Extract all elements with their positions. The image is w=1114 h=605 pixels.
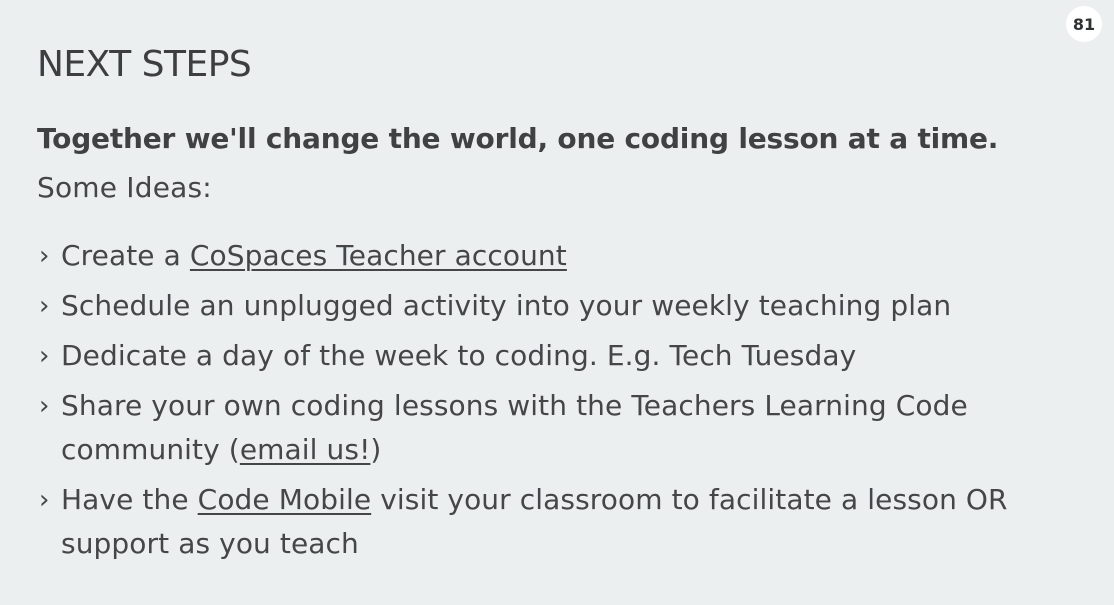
email-us-link[interactable]: email us!	[240, 433, 371, 466]
bullet-chevron-icon: ›	[39, 241, 50, 271]
ideas-list: › Create a CoSpaces Teacher account › Sc…	[37, 234, 1037, 572]
bullet-chevron-icon: ›	[39, 391, 50, 421]
idea-text-after: )	[370, 433, 382, 466]
cospaces-teacher-account-link[interactable]: CoSpaces Teacher account	[190, 239, 567, 272]
idea-schedule-unplugged: › Schedule an unplugged activity into yo…	[37, 284, 1037, 328]
page-number-badge: 81	[1066, 6, 1102, 42]
idea-code-mobile-visit: › Have the Code Mobile visit your classr…	[37, 478, 1037, 566]
idea-share-lessons: › Share your own coding lessons with the…	[37, 384, 1037, 472]
idea-text: Share your own coding lessons with the T…	[61, 389, 968, 466]
idea-create-cospaces-account: › Create a CoSpaces Teacher account	[37, 234, 1037, 278]
bullet-chevron-icon: ›	[39, 341, 50, 371]
slide-title: NEXT STEPS	[37, 44, 252, 85]
bullet-chevron-icon: ›	[39, 485, 50, 515]
bullet-chevron-icon: ›	[39, 291, 50, 321]
idea-dedicate-day: › Dedicate a day of the week to coding. …	[37, 334, 1037, 378]
idea-text: Have the	[61, 483, 198, 516]
ideas-heading: Some Ideas:	[37, 171, 212, 204]
idea-text: Schedule an unplugged activity into your…	[61, 289, 952, 322]
idea-text: Dedicate a day of the week to coding. E.…	[61, 339, 857, 372]
idea-text: Create a	[61, 239, 190, 272]
code-mobile-link[interactable]: Code Mobile	[198, 483, 372, 516]
lead-statement: Together we'll change the world, one cod…	[37, 122, 999, 155]
